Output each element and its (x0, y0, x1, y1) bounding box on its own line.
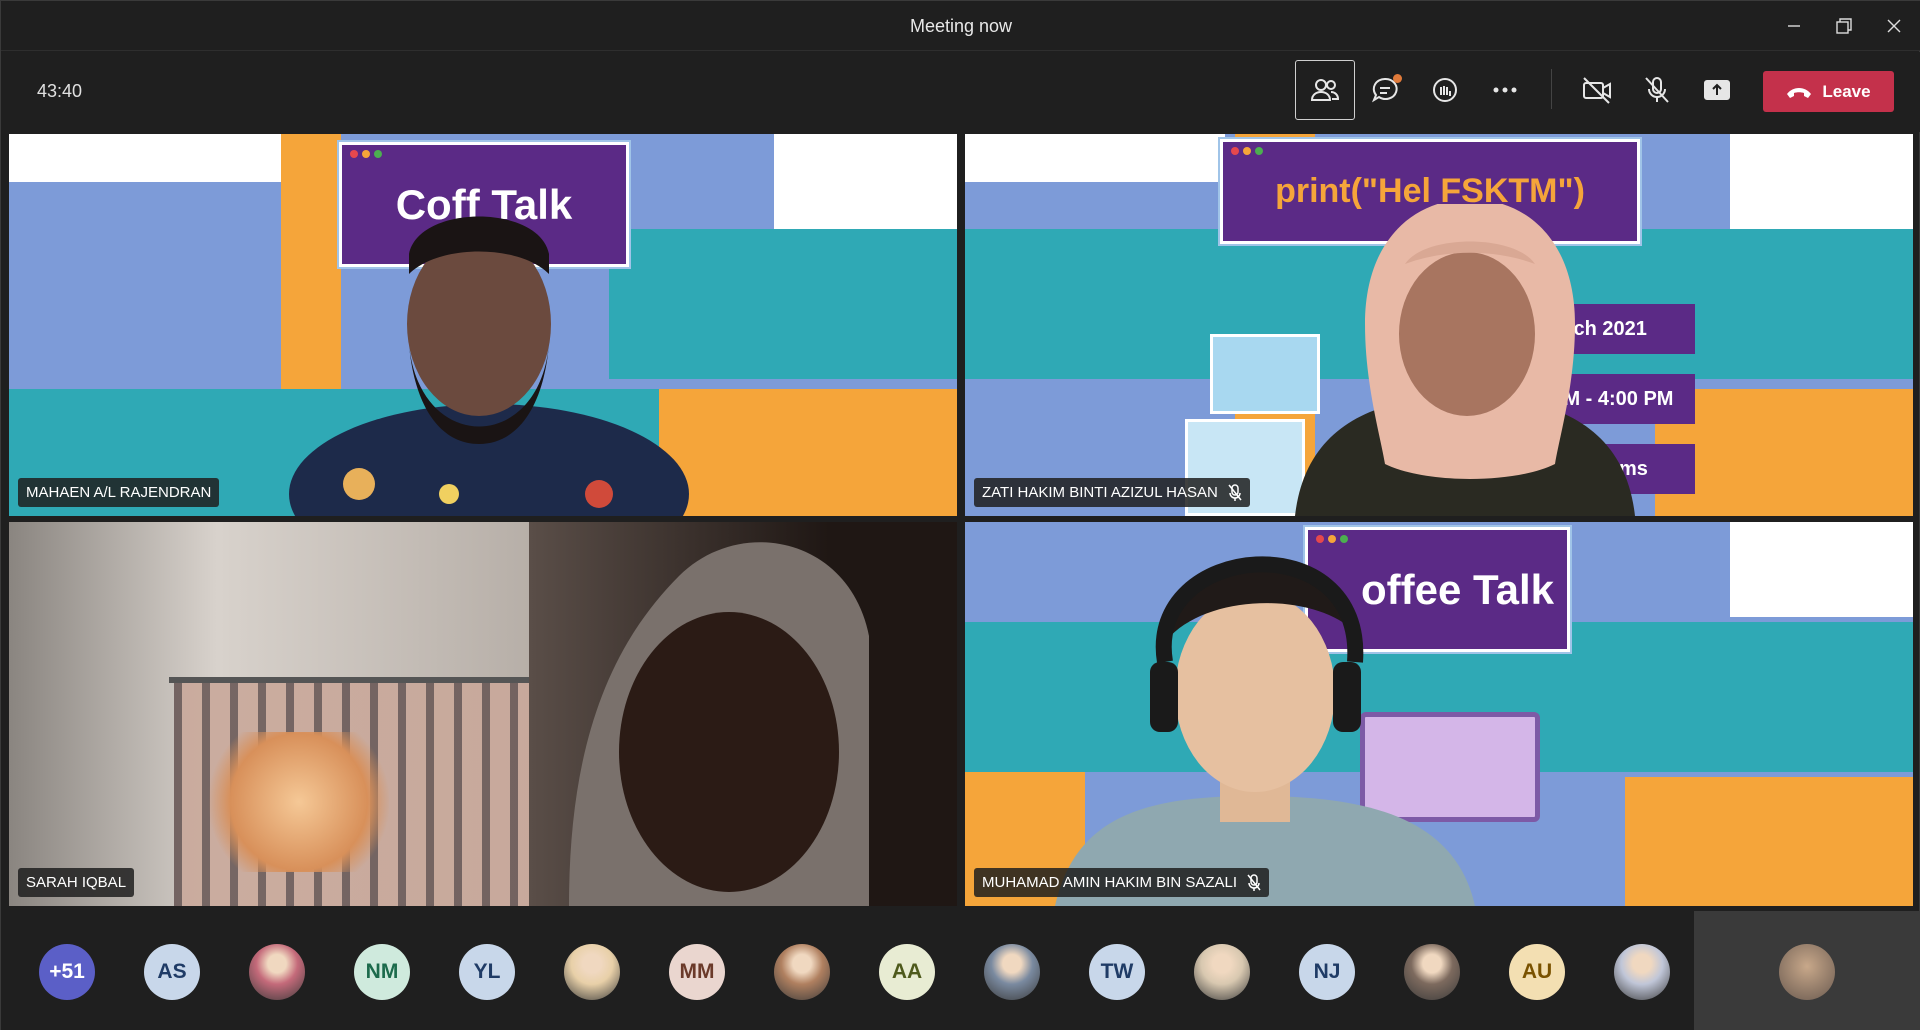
video-tile-4[interactable]: offee Talk MUHAMAD AMIN HAKIM BIN SAZALI (965, 522, 1913, 906)
toolbar-divider (1551, 69, 1552, 109)
mic-off-icon (1645, 77, 1669, 103)
window-light (209, 732, 389, 872)
participant-video (569, 542, 869, 906)
window-dots (350, 150, 382, 158)
participant-name: MAHAEN A/L RAJENDRAN (26, 484, 212, 501)
minimize-icon (1788, 25, 1800, 27)
slide-bg-white (1730, 522, 1913, 617)
camera-toggle-button[interactable] (1567, 60, 1627, 120)
title-bar: Meeting now (1, 1, 1920, 51)
video-tile-2[interactable]: print("Hel FSKTM") larch 2021 AM - 4:00 … (965, 134, 1913, 516)
participant-name: ZATI HAKIM BINTI AZIZUL HASAN (982, 484, 1218, 501)
window-dots (1231, 147, 1263, 155)
participant-avatar[interactable]: TW (1089, 944, 1145, 1000)
curtain-rod (169, 677, 569, 683)
more-icon (1493, 87, 1517, 93)
participant-photo-avatar[interactable] (249, 944, 305, 1000)
share-screen-button[interactable] (1687, 60, 1747, 120)
participant-photo-avatar[interactable] (1194, 944, 1250, 1000)
share-tray-icon (1704, 80, 1730, 100)
restore-button[interactable] (1821, 9, 1867, 43)
participant-avatar[interactable]: +51 (39, 944, 95, 1000)
participant-avatar[interactable]: NJ (1299, 944, 1355, 1000)
participant-name: SARAH IQBAL (26, 874, 127, 891)
leave-button[interactable]: Leave (1763, 71, 1894, 112)
participant-video (289, 216, 689, 516)
leave-label: Leave (1822, 81, 1871, 101)
slide-bg-white-2 (774, 134, 957, 229)
participant-avatar[interactable]: NM (354, 944, 410, 1000)
raise-hand-button[interactable] (1415, 60, 1475, 120)
participant-avatar[interactable]: AS (144, 944, 200, 1000)
video-tile-1[interactable]: Coff Talk MAHAEN A/L RAJENDRAN (9, 134, 957, 516)
camera-off-icon (1583, 77, 1611, 104)
video-tile-3[interactable]: SARAH IQBAL (9, 522, 957, 906)
minimize-button[interactable] (1771, 9, 1817, 43)
teams-meeting-window: Meeting now 43:40 Leave Coff Talk MAHAEN… (0, 0, 1920, 1030)
participant-avatar[interactable]: AU (1509, 944, 1565, 1000)
participant-photo-avatar[interactable] (564, 944, 620, 1000)
show-participants-button[interactable] (1295, 60, 1355, 120)
slide-bg-white-2 (1730, 134, 1913, 229)
participant-avatar[interactable]: AA (879, 944, 935, 1000)
participant-avatar[interactable]: MM (669, 944, 725, 1000)
self-view-tile[interactable] (1694, 911, 1920, 1030)
participant-photo-avatar[interactable] (1614, 944, 1670, 1000)
close-button[interactable] (1871, 9, 1917, 43)
participant-photo-avatar[interactable] (984, 944, 1040, 1000)
close-icon (1887, 19, 1901, 33)
mic-toggle-button[interactable] (1627, 60, 1687, 120)
window-title: Meeting now (909, 16, 1013, 36)
self-avatar (1779, 944, 1835, 1000)
participant-roster: +51 AS NM YL MM AA TW NJ AU (1, 911, 1920, 1030)
participant-name-tag: MUHAMAD AMIN HAKIM BIN SAZALI (974, 868, 1270, 897)
more-actions-button[interactable] (1475, 60, 1535, 120)
meeting-toolbar: 43:40 Leave (1, 52, 1920, 132)
participant-name-tag: ZATI HAKIM BINTI AZIZUL HASAN (974, 478, 1250, 507)
slide-bg-orange (1625, 777, 1913, 906)
participant-name: MUHAMAD AMIN HAKIM BIN SAZALI (982, 874, 1238, 891)
participant-photo-avatar[interactable] (774, 944, 830, 1000)
meeting-timer: 43:40 (37, 81, 83, 101)
participant-name-tag: MAHAEN A/L RAJENDRAN (18, 478, 220, 507)
participant-video (1055, 556, 1475, 906)
people-icon (1310, 79, 1340, 101)
show-conversation-button[interactable] (1355, 60, 1415, 120)
muted-mic-icon (1228, 483, 1242, 501)
slide-bg-white (9, 134, 281, 182)
restore-icon (1836, 18, 1852, 34)
participant-name-tag: SARAH IQBAL (18, 868, 135, 897)
muted-mic-icon (1247, 873, 1261, 891)
hang-up-icon (1787, 87, 1812, 98)
raise-hand-icon (1433, 78, 1457, 102)
participant-photo-avatar[interactable] (1404, 944, 1460, 1000)
participant-avatar[interactable]: YL (459, 944, 515, 1000)
participant-video (1295, 204, 1635, 516)
unread-dot (1393, 74, 1402, 83)
slide-bg-white (965, 134, 1225, 182)
